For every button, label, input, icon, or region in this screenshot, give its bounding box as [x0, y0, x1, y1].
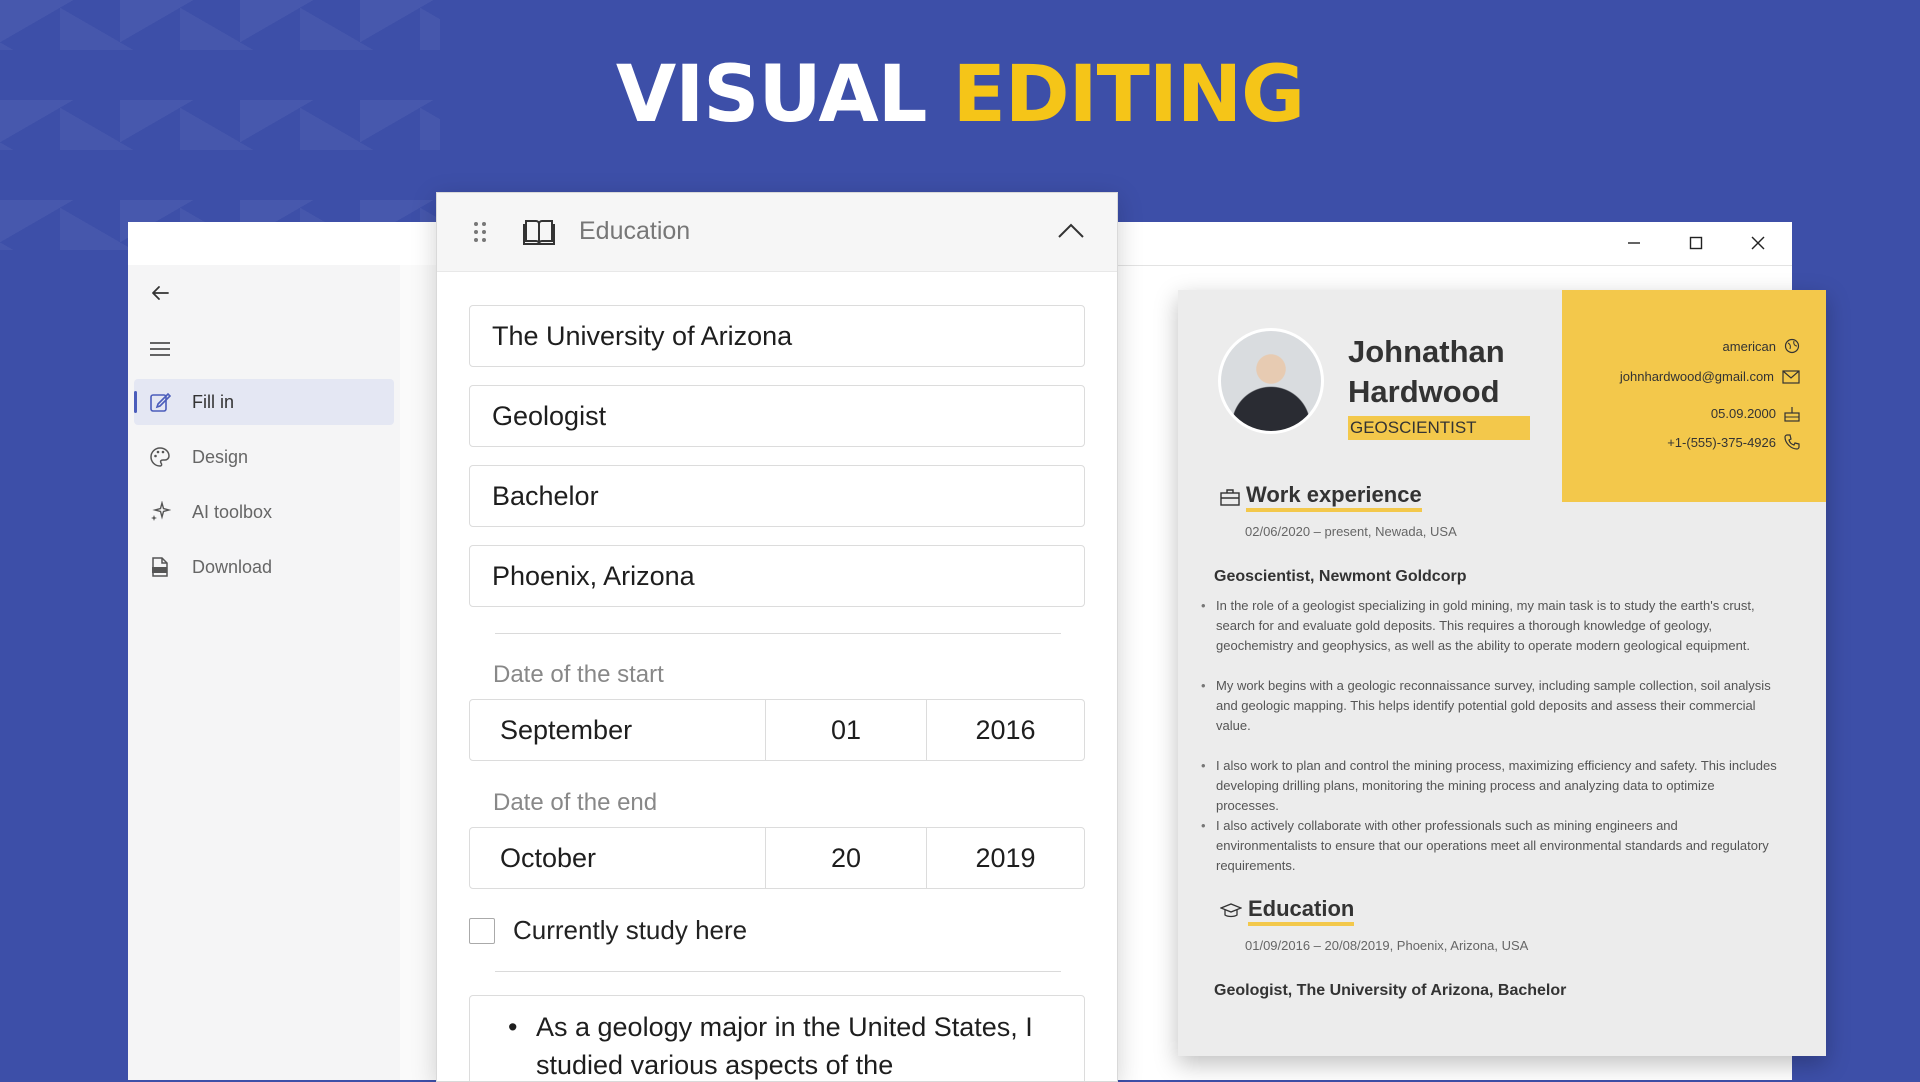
location-field[interactable]: Phoenix, Arizona [469, 545, 1085, 607]
start-date-picker: September 01 2016 [469, 699, 1085, 761]
hero-heading: VISUAL EDITING [0, 50, 1920, 140]
education-panel: Education The University of Arizona Geol… [436, 192, 1118, 1082]
nav-design-label: Design [192, 446, 249, 467]
divider [495, 633, 1061, 634]
currently-study-row[interactable]: Currently study here [469, 915, 747, 946]
education-entry: Geologist, The University of Arizona, Ba… [1214, 982, 1567, 999]
globe-icon [1784, 338, 1800, 354]
currently-study-checkbox[interactable] [469, 917, 495, 944]
name-line-2: Hardwood [1348, 374, 1500, 409]
work-bullet: I also work to plan and control the mini… [1201, 756, 1778, 816]
position-field[interactable]: Geologist [469, 385, 1085, 447]
maximize-icon [1689, 236, 1703, 250]
currently-study-label: Currently study here [513, 915, 748, 945]
maximize-button[interactable] [1676, 230, 1716, 256]
start-day-select[interactable]: 01 [766, 700, 927, 760]
graduation-cap-icon [1220, 903, 1242, 918]
chevron-up-icon[interactable] [1057, 219, 1085, 243]
birthday-text: 05.09.2000 [1710, 405, 1776, 421]
avatar [1218, 328, 1324, 434]
start-month-select[interactable]: September [470, 700, 766, 760]
nav-download[interactable]: Download [134, 544, 394, 590]
end-year-select[interactable]: 2019 [927, 828, 1084, 888]
book-icon [523, 220, 555, 245]
menu-button[interactable] [146, 335, 174, 363]
bullet-marker: • [508, 1012, 518, 1042]
end-month-select[interactable]: October [470, 828, 766, 888]
description-editor[interactable]: • As a geology major in the United State… [469, 995, 1085, 1081]
mail-icon [1782, 369, 1800, 384]
editor-column [400, 265, 441, 1080]
briefcase-icon [1220, 489, 1240, 506]
start-year-select[interactable]: 2016 [927, 700, 1084, 760]
cake-icon [1784, 407, 1800, 422]
nav-ai-toolbox-label: AI toolbox [192, 501, 273, 522]
nationality-text: american [1722, 338, 1776, 354]
start-date-label: Date of the start [493, 661, 664, 688]
work-bullet: My work begins with a geologic reconnais… [1201, 676, 1778, 736]
arrow-left-icon [152, 286, 169, 300]
minimize-button[interactable] [1614, 230, 1654, 256]
nav-download-label: Download [192, 556, 273, 577]
work-section-title: Work experience [1220, 482, 1422, 512]
phone-text: +1-(555)-375-4926 [1667, 434, 1776, 450]
palette-icon [146, 446, 174, 468]
panel-title: Education [579, 217, 691, 245]
phone-icon [1784, 434, 1800, 450]
close-icon [1751, 236, 1765, 250]
back-button[interactable] [146, 279, 174, 307]
end-day-select[interactable]: 20 [766, 828, 927, 888]
end-date-label: Date of the end [493, 789, 658, 816]
nav-fill-in[interactable]: Fill in [134, 379, 394, 425]
work-dates: 02/06/2020 – present, Newada, USA [1245, 524, 1457, 539]
university-field[interactable]: The University of Arizona [469, 305, 1085, 367]
close-button[interactable] [1738, 230, 1778, 256]
education-section-title: Education [1220, 896, 1355, 926]
minimize-icon [1628, 242, 1640, 244]
contact-email: johnhardwood@gmail.com [1620, 369, 1800, 384]
resume-preview: american johnhardwood@gmail.com 05.09.20… [1178, 290, 1826, 1056]
hamburger-icon [150, 342, 170, 356]
hero-yellow-text: EDITING [952, 50, 1306, 140]
degree-field[interactable]: Bachelor [469, 465, 1085, 527]
contact-nationality: american [1723, 338, 1800, 354]
work-title-text: Work experience [1246, 482, 1422, 512]
education-title-text: Education [1248, 896, 1355, 926]
sidebar: Fill in Design AI toolbox Download [128, 265, 401, 1080]
pdf-icon [146, 556, 174, 578]
resume-name: Johnathan Hardwood [1348, 332, 1505, 412]
drag-handle-icon[interactable] [473, 221, 487, 243]
work-job-title: Geoscientist, Newmont Goldcorp [1214, 568, 1467, 585]
panel-header[interactable]: Education [437, 193, 1117, 272]
edit-icon [146, 391, 174, 413]
divider [495, 971, 1061, 972]
contact-phone: +1-(555)-375-4926 [1667, 434, 1800, 450]
contact-birthday: 05.09.2000 [1711, 404, 1800, 422]
description-text: As a geology major in the United States,… [536, 1012, 1033, 1080]
name-line-1: Johnathan [1348, 334, 1505, 369]
email-text: johnhardwood@gmail.com [1619, 369, 1774, 384]
hero-white-text: VISUAL [615, 50, 928, 140]
education-dates: 01/09/2016 – 20/08/2019, Phoenix, Arizon… [1245, 938, 1529, 953]
resume-role: GEOSCIENTIST [1348, 416, 1530, 440]
sparkle-icon [146, 501, 174, 523]
work-bullet: In the role of a geologist specializing … [1201, 596, 1778, 656]
end-date-picker: October 20 2019 [469, 827, 1085, 889]
nav-fill-in-label: Fill in [192, 391, 235, 412]
nav-ai-toolbox[interactable]: AI toolbox [134, 489, 394, 535]
nav-design[interactable]: Design [134, 434, 394, 480]
work-bullet: I also actively collaborate with other p… [1201, 816, 1778, 876]
contact-box: american johnhardwood@gmail.com 05.09.20… [1562, 290, 1826, 502]
